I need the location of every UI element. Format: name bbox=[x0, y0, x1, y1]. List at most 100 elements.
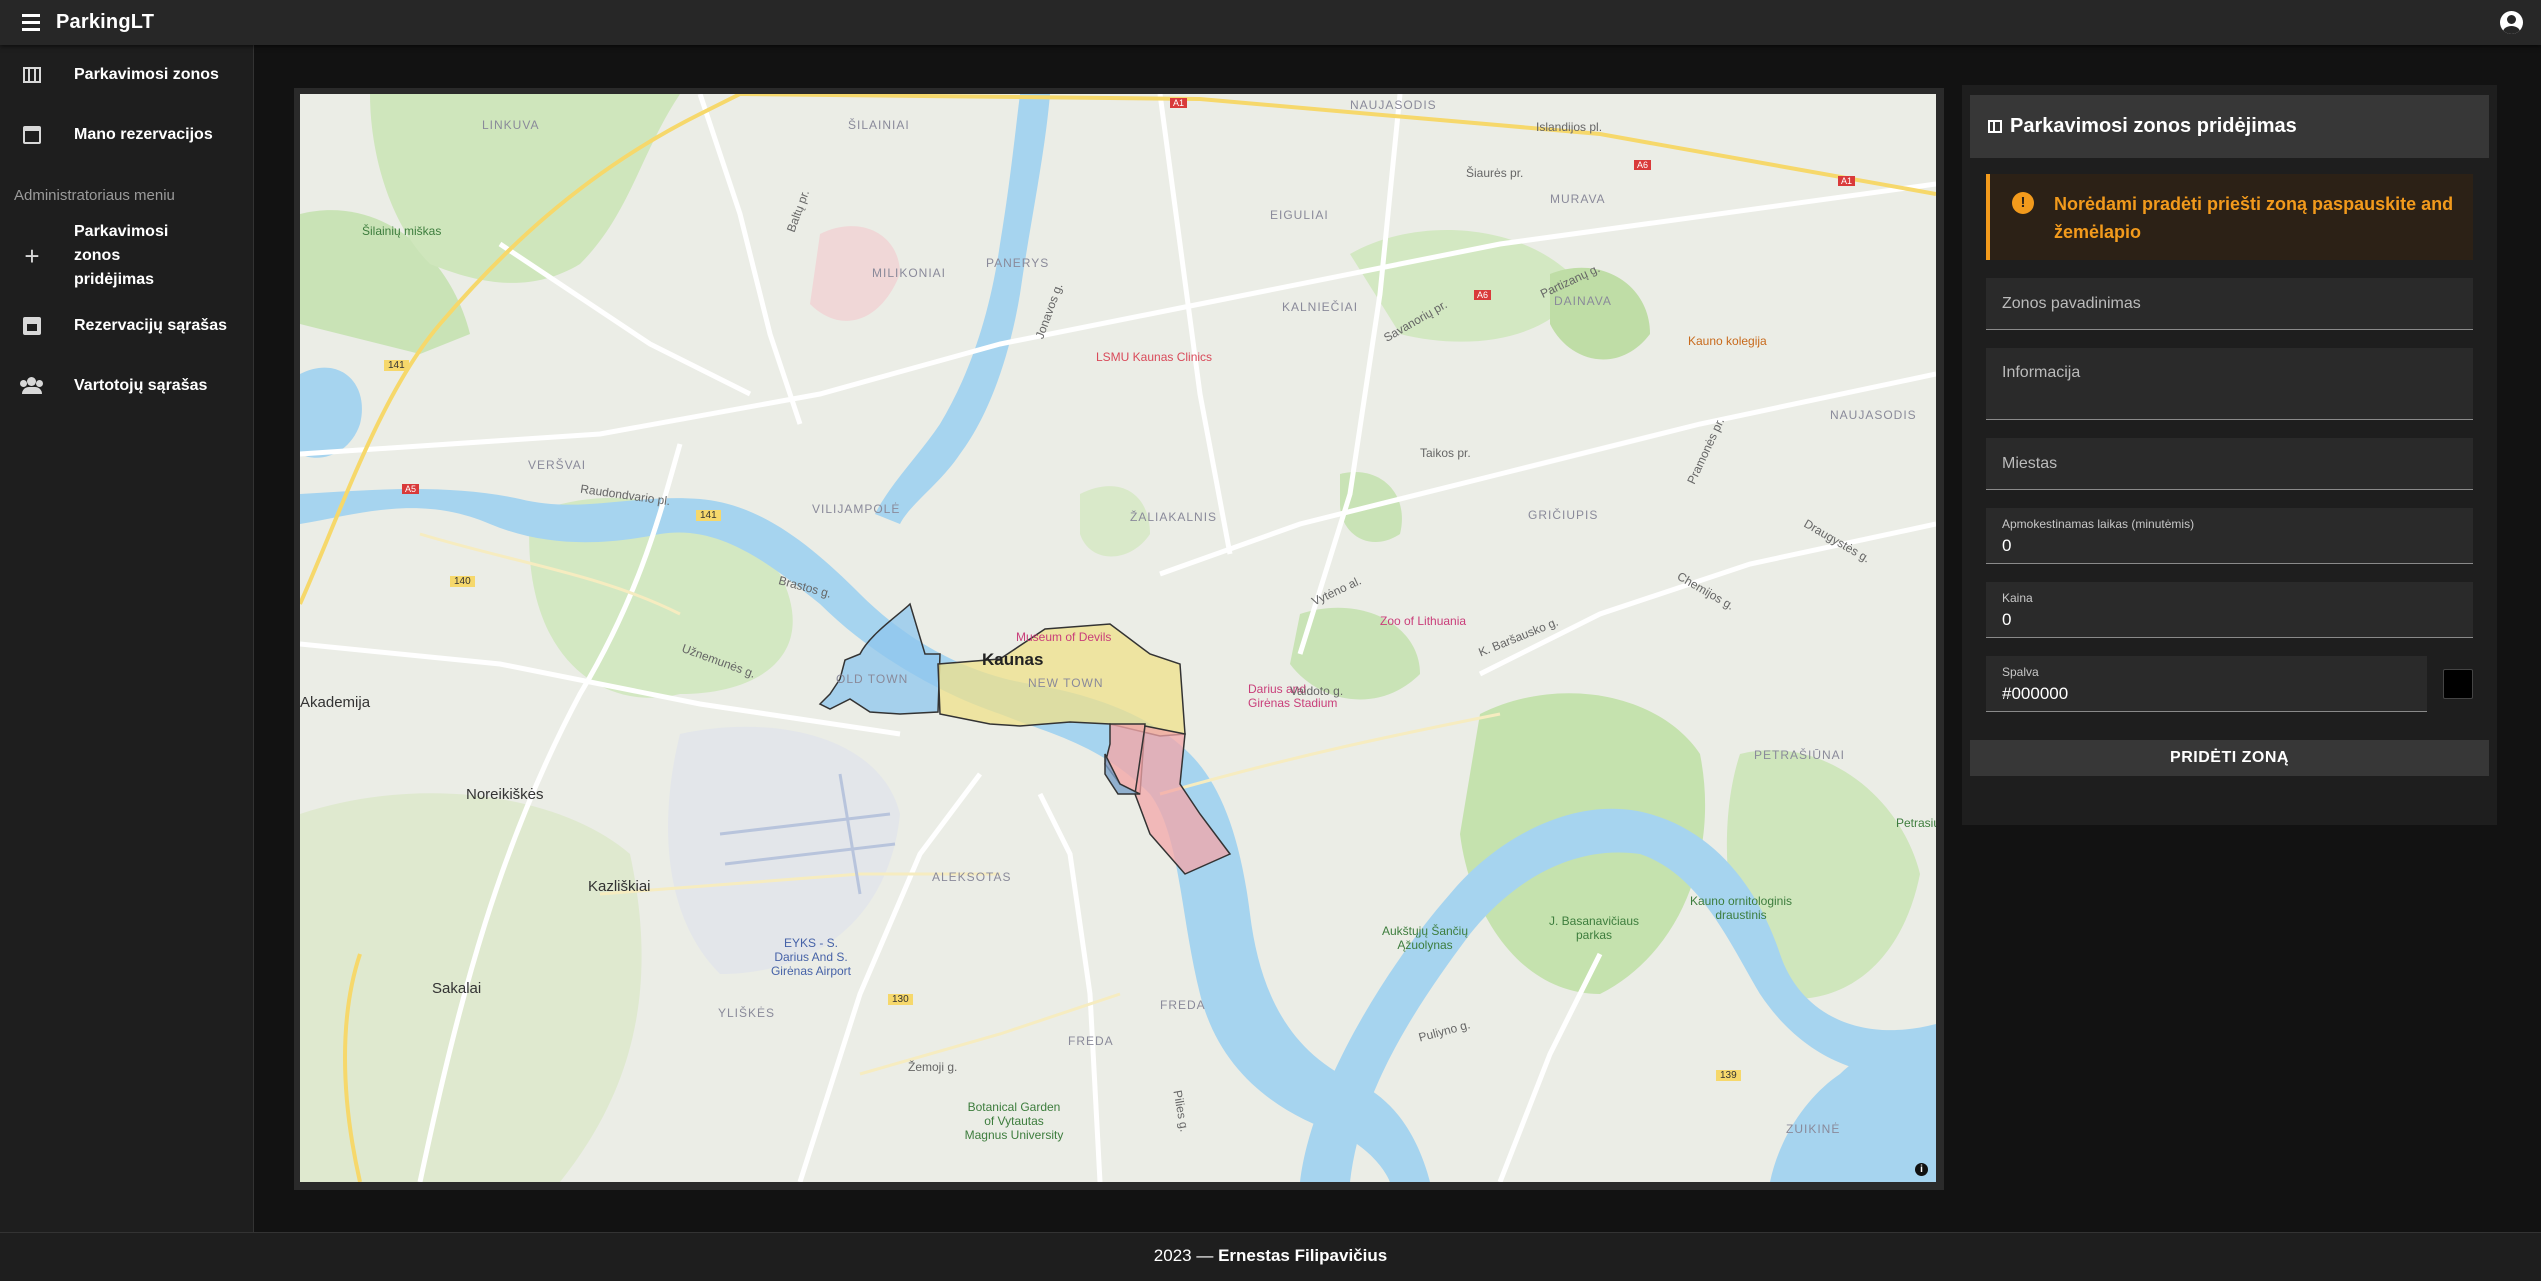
add-icon: + bbox=[24, 241, 40, 271]
app-bar: ParkingLT bbox=[0, 0, 2541, 45]
price-label: Kaina bbox=[2002, 591, 2033, 605]
people-icon bbox=[20, 374, 44, 398]
map-label: Botanical Garden of Vytautas Magnus Univ… bbox=[964, 1100, 1064, 1142]
map-label: YLIŠKĖS bbox=[718, 1006, 776, 1020]
warning-icon: ! bbox=[2012, 192, 2034, 214]
map-label: LINKUVA bbox=[482, 118, 540, 132]
map-label: KALNIEČIAI bbox=[1282, 300, 1359, 314]
footer-year: 2023 — bbox=[1153, 1246, 1219, 1265]
price-field: Kaina bbox=[1986, 582, 2473, 638]
road-shield: A6 bbox=[1634, 160, 1652, 170]
alert-text: Norėdami pradėti priešti zoną paspauskit… bbox=[2054, 194, 2454, 242]
color-swatch[interactable] bbox=[2443, 669, 2473, 699]
menu-icon[interactable] bbox=[16, 8, 46, 38]
map-label: NAUJASODIS bbox=[1350, 98, 1437, 112]
sidebar-item-parking-zones[interactable]: Parkavimosi zonos bbox=[0, 45, 253, 105]
map-label: Museum of Devils bbox=[1016, 630, 1112, 644]
map-label: ALEKSOTAS bbox=[932, 870, 1012, 884]
road-shield: A1 bbox=[1838, 176, 1856, 186]
info-field bbox=[1986, 348, 2473, 420]
city-field bbox=[1986, 438, 2473, 490]
sidebar-item-label: Mano rezervacijos bbox=[74, 126, 213, 143]
map-label: MILIKONIAI bbox=[872, 266, 947, 280]
map-label: Noreikiškės bbox=[466, 786, 544, 803]
map-label: Sakalai bbox=[432, 980, 482, 997]
warning-alert: ! Norėdami pradėti priešti zoną paspausk… bbox=[1986, 174, 2473, 260]
road-shield: 139 bbox=[1716, 1070, 1741, 1081]
map-label: PETRAŠIŪNAI bbox=[1754, 748, 1846, 762]
map-label: VILIJAMPOLĖ bbox=[812, 502, 901, 516]
zone-name-input[interactable] bbox=[1986, 278, 2473, 330]
map-card: LINKUVA ŠILAINIAI NAUJASODIS NAUJASODIS … bbox=[294, 88, 1944, 1190]
sidebar: Parkavimosi zonos Mano rezervacijos Admi… bbox=[0, 45, 254, 1232]
road-shield: A1 bbox=[1170, 98, 1188, 108]
map-label: ŽALIAKALNIS bbox=[1130, 510, 1218, 524]
map-label: GRIČIUPIS bbox=[1528, 508, 1599, 522]
map-icon bbox=[1988, 120, 2002, 133]
map-label: OLD TOWN bbox=[836, 672, 909, 686]
sidebar-item-users-list[interactable]: Vartotojų sąrašas bbox=[0, 356, 253, 416]
map[interactable]: LINKUVA ŠILAINIAI NAUJASODIS NAUJASODIS … bbox=[300, 94, 1936, 1182]
footer-author: Ernestas Filipavičius bbox=[1218, 1246, 1388, 1265]
city-input[interactable] bbox=[1986, 438, 2473, 490]
map-label: NAUJASODIS bbox=[1830, 408, 1917, 422]
sidebar-item-reservations-list[interactable]: Rezervacijų sąrašas bbox=[0, 296, 253, 356]
info-input[interactable] bbox=[1986, 348, 2473, 420]
color-input[interactable] bbox=[1986, 680, 2427, 708]
app-title: ParkingLT bbox=[56, 11, 155, 33]
map-label: ŠILAINIAI bbox=[848, 118, 910, 132]
map-label: LSMU Kaunas Clinics bbox=[1096, 350, 1213, 364]
paid-time-field: Apmokestinamas laikas (minutėmis) bbox=[1986, 508, 2473, 564]
map-label: MURAVA bbox=[1550, 192, 1606, 206]
map-label: FREDA bbox=[1068, 1034, 1114, 1048]
map-label: Taikos pr. bbox=[1420, 446, 1471, 460]
map-label: ZUIKINĖ bbox=[1786, 1122, 1841, 1136]
calendar-icon bbox=[20, 314, 44, 338]
map-label: PANERYS bbox=[986, 256, 1050, 270]
account-icon[interactable] bbox=[2500, 11, 2523, 34]
color-field: Spalva bbox=[1986, 656, 2427, 712]
add-zone-button[interactable]: PRIDĖTI ZONĄ bbox=[1970, 740, 2489, 776]
paid-time-label: Apmokestinamas laikas (minutėmis) bbox=[2002, 517, 2195, 531]
color-row: Spalva bbox=[1986, 656, 2473, 712]
map-label: NEW TOWN bbox=[1028, 676, 1104, 690]
color-label: Spalva bbox=[2002, 665, 2039, 679]
price-input[interactable] bbox=[1986, 606, 2473, 634]
map-canvas[interactable] bbox=[300, 94, 1936, 1182]
road-shield: 130 bbox=[888, 994, 913, 1005]
map-label-city: Kaunas bbox=[982, 650, 1044, 669]
event-available-icon bbox=[20, 123, 44, 147]
map-label: DAINAVA bbox=[1554, 294, 1612, 308]
map-info-icon[interactable]: i bbox=[1915, 1163, 1928, 1176]
road-shield: 141 bbox=[384, 360, 409, 371]
map-label: FREDA bbox=[1160, 998, 1206, 1012]
sidebar-item-label: Rezervacijų sąrašas bbox=[74, 317, 227, 334]
map-label: Žemoji g. bbox=[908, 1060, 958, 1074]
sidebar-item-add-zone[interactable]: + Parkavimosi zonos pridėjimas bbox=[0, 216, 253, 296]
map-label: Zoo of Lithuania bbox=[1380, 614, 1467, 628]
add-zone-panel: Parkavimosi zonos pridėjimas ! Norėdami … bbox=[1962, 85, 2497, 825]
map-label: EIGULIAI bbox=[1270, 208, 1329, 222]
map-label: Vaidoto g. bbox=[1290, 684, 1344, 698]
panel-title: Parkavimosi zonos pridėjimas bbox=[2010, 115, 2297, 137]
map-label: Akademija bbox=[300, 694, 371, 711]
sidebar-item-label: Parkavimosi zonos pridėjimas bbox=[74, 223, 169, 288]
map-icon bbox=[20, 63, 44, 87]
road-shield: A5 bbox=[402, 484, 420, 494]
zone-name-field bbox=[1986, 278, 2473, 330]
map-label: Kazliškiai bbox=[588, 878, 651, 895]
road-shield: 141 bbox=[696, 510, 721, 521]
sidebar-item-label: Vartotojų sąrašas bbox=[74, 377, 208, 394]
footer: 2023 — Ernestas Filipavičius bbox=[0, 1232, 2541, 1281]
road-shield: 140 bbox=[450, 576, 475, 587]
paid-time-input[interactable] bbox=[1986, 532, 2473, 560]
map-label: VERŠVAI bbox=[528, 458, 587, 472]
panel-header: Parkavimosi zonos pridėjimas bbox=[1970, 95, 2489, 158]
map-label: Kauno kolegija bbox=[1688, 334, 1767, 348]
map-label: J. Basanavičiaus parkas bbox=[1548, 914, 1640, 942]
road-shield: A6 bbox=[1474, 290, 1492, 300]
sidebar-item-my-reservations[interactable]: Mano rezervacijos bbox=[0, 105, 253, 165]
map-label: Petrasiunai Cem bbox=[1896, 816, 1936, 830]
map-label: Aukštųjų Šančių Ąžuolynas bbox=[1381, 924, 1469, 952]
map-label: Kauno ornitologinis draustinis bbox=[1689, 894, 1793, 922]
